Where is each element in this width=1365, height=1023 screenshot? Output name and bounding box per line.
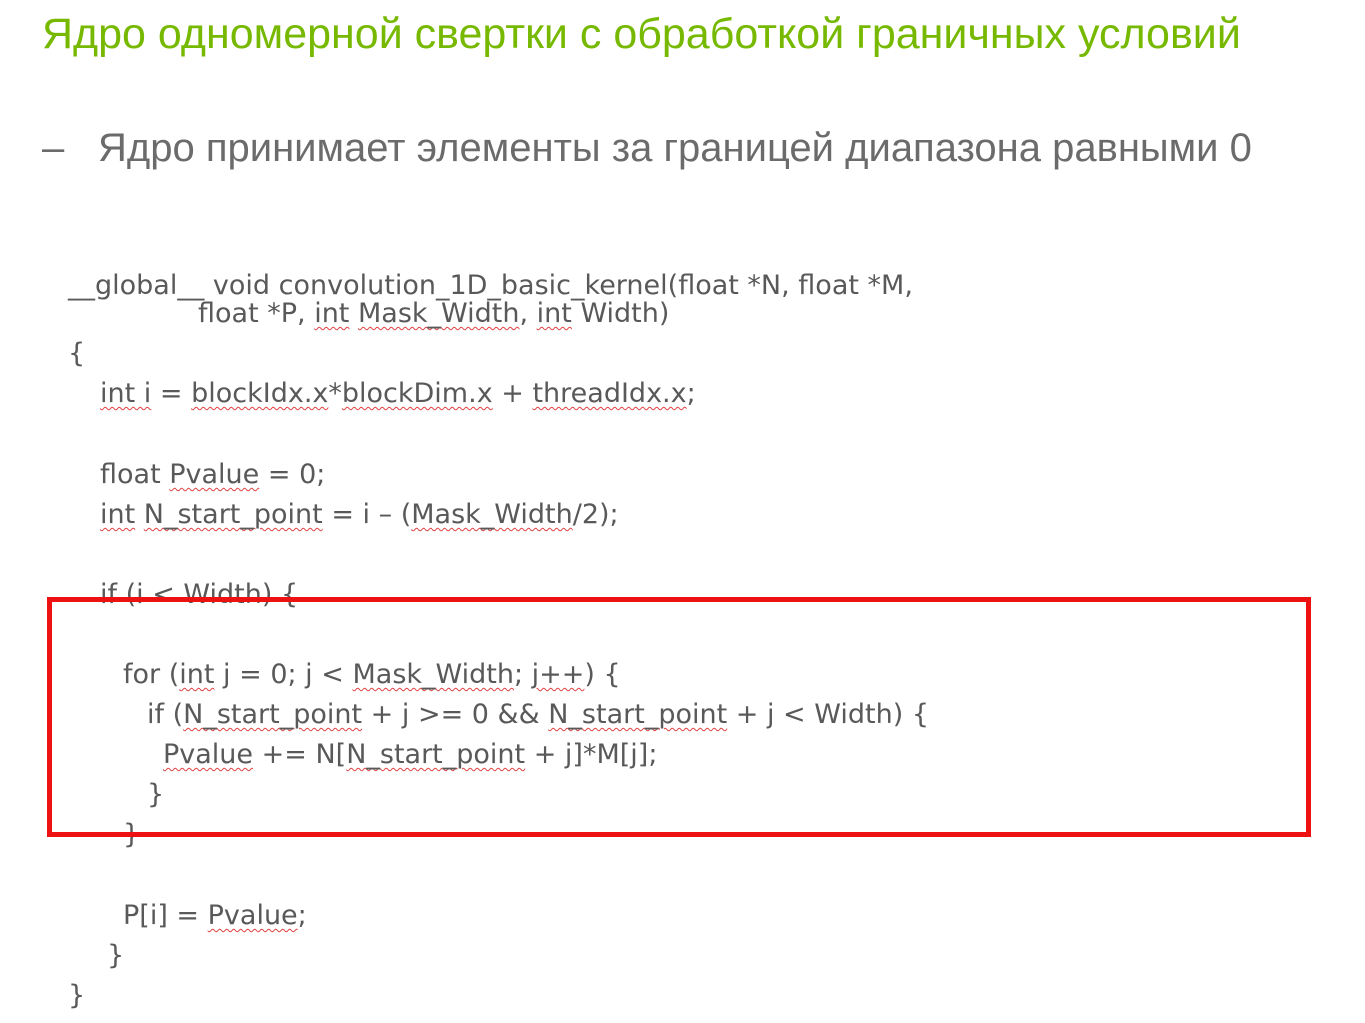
code-token: Mask_Width (411, 499, 573, 530)
code-token: = i – ( (322, 499, 412, 530)
code-token: blockDim.x (341, 378, 493, 409)
code-line-store-result: P[i] = Pvalue; (123, 900, 307, 932)
code-token: int (314, 298, 350, 329)
code-token: Width) (571, 298, 670, 329)
code-line-start-point: int N_start_point = i – (Mask_Width/2); (100, 499, 619, 531)
code-token: , (519, 298, 537, 329)
code-token: Pvalue (169, 459, 260, 490)
code-token: = (151, 378, 192, 409)
code-block: __global__ void convolution_1D_basic_ker… (0, 0, 1365, 1023)
highlight-box (47, 597, 1311, 837)
code-line-pvalue-decl: float Pvalue = 0; (100, 459, 325, 491)
code-token: N_start_point (143, 499, 323, 530)
code-token: int (536, 298, 572, 329)
code-line-close-outer-if: } (107, 940, 125, 971)
code-token: blockIdx.x (191, 378, 329, 409)
code-line-open-brace: { (68, 338, 86, 369)
code-token: int i (100, 378, 152, 409)
code-token: float (100, 459, 170, 490)
code-token: int (100, 499, 136, 530)
code-token: = 0; (259, 459, 326, 490)
code-line-close-function: } (68, 980, 86, 1011)
code-token: float *P, (198, 298, 315, 329)
code-token: ; (297, 900, 307, 931)
code-token: * (328, 378, 342, 409)
code-token: P[i] = (123, 900, 208, 931)
code-line-params: float *P, int Mask_Width, int Width) (198, 298, 669, 330)
code-token: Mask_Width (357, 298, 520, 329)
code-token: ; (686, 378, 696, 409)
code-token: /2); (572, 499, 619, 530)
code-token: + (492, 378, 533, 409)
code-line-index: int i = blockIdx.x*blockDim.x + threadId… (100, 378, 696, 410)
code-token: Pvalue (207, 900, 298, 931)
code-token: threadIdx.x (532, 378, 687, 409)
